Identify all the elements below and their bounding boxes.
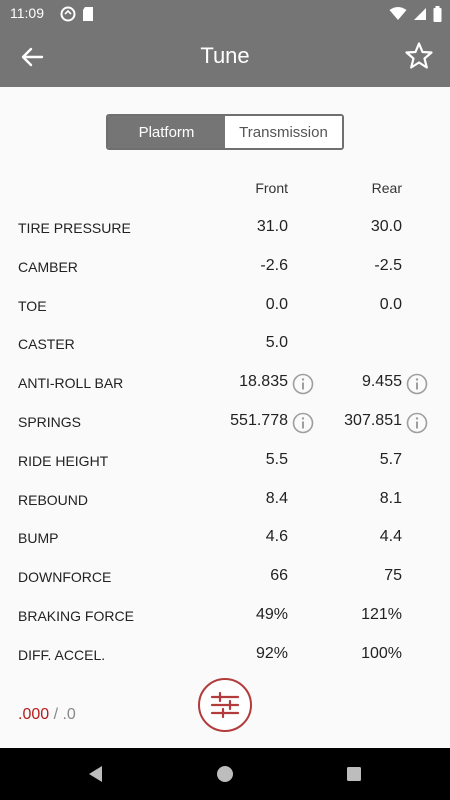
row-label: SPRINGS [18,413,82,430]
info-icon[interactable] [292,373,314,395]
table-row: REBOUND 8.4 8.1 [0,480,450,519]
rear-value: 121% [361,605,402,623]
rear-value: 0.0 [379,295,402,313]
row-label: BUMP [18,530,59,547]
front-value: 92% [255,644,288,662]
rear-value: 100% [361,644,402,662]
table-row: DIFF. ACCEL. 92% 100% [0,635,450,674]
row-label: REBOUND [18,491,89,508]
row-label: DIFF. ACCEL. [18,646,106,663]
table-row: DOWNFORCE 66 75 [0,557,450,596]
tune-table: TIRE PRESSURE 31.0 30.0 CAMBER -2.6 -2.5… [0,208,450,674]
front-value: 4.6 [265,528,288,546]
rear-value: 5.7 [379,450,402,468]
tab-switcher: Platform Transmission [106,114,344,150]
front-value: 18.835 [239,373,288,391]
status-time: 11:09 [10,5,44,21]
table-row: RIDE HEIGHT 5.5 5.7 [0,441,450,480]
column-header-front: Front [255,180,288,196]
front-value: 551.778 [230,411,288,429]
adjust-button[interactable] [198,678,252,732]
info-icon[interactable] [292,412,314,434]
rear-value: 75 [384,567,402,585]
score-separator: / [49,706,63,723]
signal-icon [414,8,426,20]
table-row: CAMBER -2.6 -2.5 [0,247,450,286]
rear-value: 9.455 [361,373,402,391]
front-value: 8.4 [265,489,288,507]
table-row: ANTI-ROLL BAR 18.835 9.455 [0,363,450,402]
table-row: SPRINGS 551.778 307.851 [0,402,450,441]
page-title: Tune [200,43,250,68]
row-label: BRAKING FORCE [18,607,134,624]
tune-score: .000 / .0 [18,706,76,724]
rear-value: 4.4 [379,528,402,546]
score-sub: .0 [62,706,76,723]
row-label: CASTER [18,336,75,353]
rear-value: -2.5 [374,256,402,274]
front-value: 5.5 [265,450,288,468]
rear-value: 8.1 [379,489,402,507]
table-row: CASTER 5.0 [0,324,450,363]
system-nav-bar [0,748,450,800]
front-value: 5.0 [265,334,288,352]
sync-icon [60,6,76,22]
table-row: TOE 0.0 0.0 [0,286,450,325]
rear-value: 30.0 [370,218,402,235]
score-main: .000 [18,706,50,723]
info-icon[interactable] [406,412,428,434]
nav-recents-icon[interactable] [342,762,366,786]
table-row: BRAKING FORCE 49% 121% [0,596,450,635]
row-label: TIRE PRESSURE [18,220,131,236]
battery-icon [433,6,442,22]
rear-value: 307.851 [344,411,402,429]
row-label: CAMBER [18,258,78,275]
table-row: TIRE PRESSURE 31.0 30.0 [0,208,450,247]
row-label: TOE [18,297,47,314]
star-outline-icon[interactable] [404,41,434,71]
nav-home-icon[interactable] [213,762,237,786]
wifi-icon [389,7,407,20]
tab-transmission[interactable]: Transmission [225,116,342,148]
sliders-icon [210,691,240,719]
info-icon[interactable] [406,373,428,395]
sd-card-icon [83,7,93,21]
front-value: 66 [270,567,288,585]
front-value: 31.0 [256,218,288,235]
column-header-rear: Rear [371,180,402,196]
tab-platform[interactable]: Platform [108,116,225,148]
front-value: -2.6 [260,256,288,274]
front-value: 0.0 [265,295,288,313]
row-label: RIDE HEIGHT [18,452,109,469]
app-bar: Tune [0,27,450,87]
front-value: 49% [255,605,288,623]
row-label: DOWNFORCE [18,569,112,586]
row-label: ANTI-ROLL BAR [18,375,124,392]
nav-back-icon[interactable] [84,762,108,786]
table-row: BUMP 4.6 4.4 [0,518,450,557]
status-bar: 11:09 [0,0,450,27]
